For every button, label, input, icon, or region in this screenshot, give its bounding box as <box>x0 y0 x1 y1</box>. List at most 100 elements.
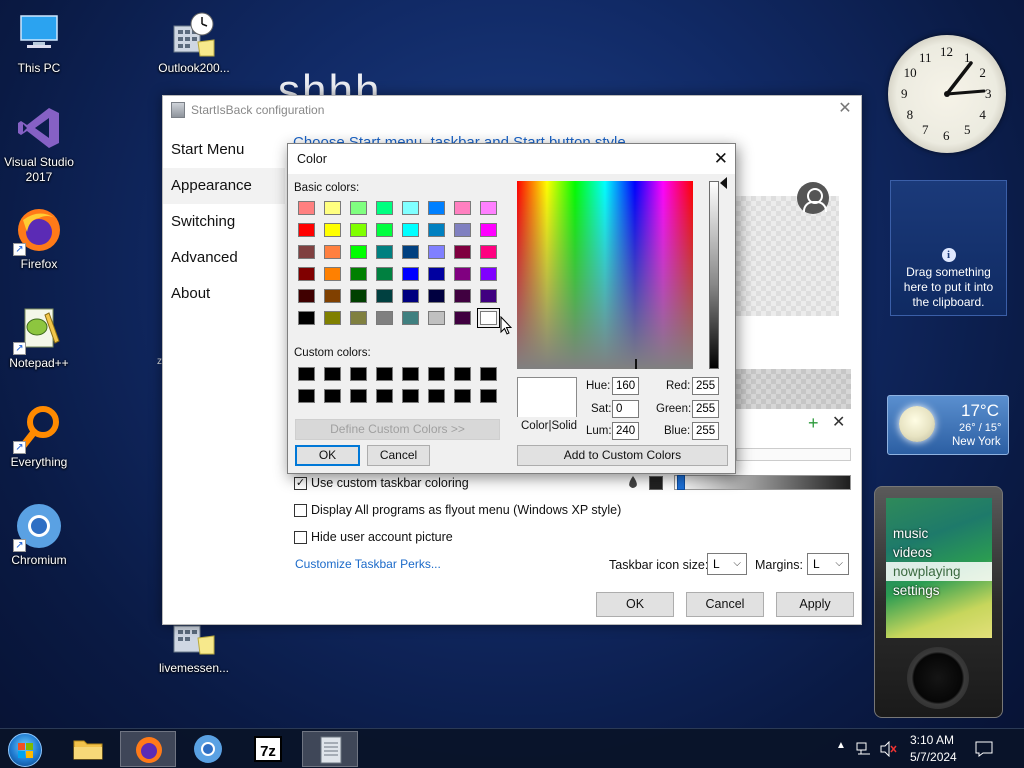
custom-color-swatch[interactable] <box>298 367 315 381</box>
nav-item-about[interactable]: About <box>163 276 285 312</box>
color-spectrum[interactable] <box>517 181 693 369</box>
basic-color-swatch[interactable] <box>376 245 393 259</box>
desktop-icon-everything[interactable]: ↗ Everything <box>0 404 78 470</box>
use-custom-taskbar-coloring-checkbox[interactable]: ✓ Use custom taskbar coloring <box>294 476 469 490</box>
lum-input[interactable]: 240 <box>612 422 639 440</box>
basic-color-swatch[interactable] <box>298 245 315 259</box>
clock-time[interactable]: 3:10 AM <box>910 733 954 747</box>
taskbar-color-swatch[interactable] <box>649 476 663 490</box>
basic-color-swatch[interactable] <box>480 289 497 303</box>
basic-color-swatch[interactable] <box>350 201 367 215</box>
basic-color-swatch[interactable] <box>324 289 341 303</box>
taskbar-style-preview[interactable] <box>736 369 851 409</box>
custom-color-swatch[interactable] <box>402 367 419 381</box>
taskbar-notepad[interactable] <box>302 731 358 767</box>
taskbar-firefox[interactable] <box>120 731 176 767</box>
basic-color-swatch[interactable] <box>428 223 445 237</box>
custom-color-swatch[interactable] <box>454 389 471 403</box>
ok-button[interactable]: OK <box>295 445 360 466</box>
remove-icon[interactable]: ✕ <box>832 414 845 432</box>
cancel-button[interactable]: Cancel <box>686 592 764 617</box>
custom-color-swatch[interactable] <box>298 389 315 403</box>
green-input[interactable]: 255 <box>692 400 719 418</box>
zune-menu-item-nowplaying[interactable]: nowplaying <box>886 562 992 581</box>
basic-color-swatch[interactable] <box>454 201 471 215</box>
checkbox-box[interactable] <box>294 530 307 544</box>
custom-color-swatch[interactable] <box>324 367 341 381</box>
zune-pad[interactable] <box>907 647 969 709</box>
nav-item-advanced[interactable]: Advanced <box>163 240 285 276</box>
custom-color-swatch[interactable] <box>428 367 445 381</box>
hue-input[interactable]: 160 <box>612 377 639 395</box>
window-titlebar[interactable]: StartIsBack configuration <box>163 96 861 124</box>
margins-select[interactable]: L ⌵ <box>807 553 849 575</box>
desktop-icon-this-pc[interactable]: This PC <box>0 10 78 76</box>
sat-input[interactable]: 0 <box>612 400 639 418</box>
basic-color-swatch[interactable] <box>350 267 367 281</box>
custom-color-swatch[interactable] <box>376 389 393 403</box>
hide-account-picture-checkbox[interactable]: Hide user account picture <box>294 530 453 544</box>
basic-color-swatch[interactable] <box>376 267 393 281</box>
basic-color-swatch[interactable] <box>324 311 341 325</box>
basic-color-swatch[interactable] <box>376 311 393 325</box>
basic-color-swatch[interactable] <box>402 245 419 259</box>
zune-gadget[interactable]: music videos nowplaying settings <box>874 486 1003 718</box>
nav-item-switching[interactable]: Switching <box>163 204 285 240</box>
basic-color-swatch[interactable] <box>324 267 341 281</box>
basic-color-swatch[interactable] <box>402 311 419 325</box>
taskbar-7zip[interactable]: 7z <box>240 731 296 767</box>
basic-color-swatch[interactable] <box>454 311 471 325</box>
basic-color-swatch[interactable] <box>298 201 315 215</box>
basic-color-swatch[interactable] <box>402 223 419 237</box>
dialog-titlebar[interactable]: Color <box>288 144 735 174</box>
taskbar-chromium[interactable] <box>180 731 236 767</box>
basic-color-swatch[interactable] <box>350 289 367 303</box>
basic-color-swatch[interactable] <box>402 267 419 281</box>
basic-color-swatch[interactable] <box>428 201 445 215</box>
close-icon[interactable]: ✕ <box>837 101 853 117</box>
clock-date[interactable]: 5/7/2024 <box>910 750 957 764</box>
basic-color-swatch[interactable] <box>428 311 445 325</box>
zune-menu-item-videos[interactable]: videos <box>886 543 992 562</box>
checkbox-box[interactable] <box>294 503 307 517</box>
red-input[interactable]: 255 <box>692 377 719 395</box>
taskbar-explorer[interactable] <box>60 731 116 767</box>
icon-size-select[interactable]: L ⌵ <box>707 553 747 575</box>
basic-color-swatch[interactable] <box>350 245 367 259</box>
add-to-custom-colors-button[interactable]: Add to Custom Colors <box>517 445 728 466</box>
basic-color-swatch[interactable] <box>454 267 471 281</box>
weather-gadget[interactable]: 17°C 26° / 15° New York <box>887 395 1009 455</box>
volume-muted-icon[interactable] <box>879 741 897 757</box>
custom-color-swatch[interactable] <box>480 367 497 381</box>
desktop-icon-chromium[interactable]: ↗ Chromium <box>0 502 78 568</box>
desktop-icon-firefox[interactable]: ↗ Firefox <box>0 206 78 272</box>
custom-color-swatch[interactable] <box>428 389 445 403</box>
customize-taskbar-perks-link[interactable]: Customize Taskbar Perks... <box>295 557 441 571</box>
zune-menu-item-music[interactable]: music <box>886 524 992 543</box>
luminosity-arrow-icon[interactable] <box>720 177 727 189</box>
tray-overflow-icon[interactable]: ▲ <box>836 740 846 751</box>
cancel-button[interactable]: Cancel <box>367 445 430 466</box>
network-icon[interactable] <box>856 741 872 757</box>
checkbox-box[interactable]: ✓ <box>294 476 307 490</box>
custom-color-swatch[interactable] <box>350 389 367 403</box>
basic-color-swatch[interactable] <box>402 201 419 215</box>
clipboard-gadget[interactable]: i Drag something here to put it into the… <box>890 180 1007 316</box>
basic-color-swatch[interactable] <box>402 289 419 303</box>
basic-color-swatch[interactable] <box>454 223 471 237</box>
clock-gadget[interactable]: 12 1 2 3 4 5 6 7 8 9 10 11 <box>888 35 1006 153</box>
blue-input[interactable]: 255 <box>692 422 719 440</box>
nav-item-start-menu[interactable]: Start Menu <box>163 132 285 168</box>
basic-color-swatch[interactable] <box>428 267 445 281</box>
basic-color-swatch[interactable] <box>350 311 367 325</box>
luminosity-bar[interactable] <box>709 181 719 369</box>
ok-button[interactable]: OK <box>596 592 674 617</box>
zune-menu-item-settings[interactable]: settings <box>886 581 992 600</box>
apply-button[interactable]: Apply <box>776 592 854 617</box>
basic-color-swatch[interactable] <box>298 311 315 325</box>
basic-color-swatch[interactable] <box>298 267 315 281</box>
basic-color-swatch[interactable] <box>428 289 445 303</box>
custom-color-swatch[interactable] <box>324 389 341 403</box>
custom-color-swatch[interactable] <box>480 389 497 403</box>
basic-color-swatch[interactable] <box>324 245 341 259</box>
